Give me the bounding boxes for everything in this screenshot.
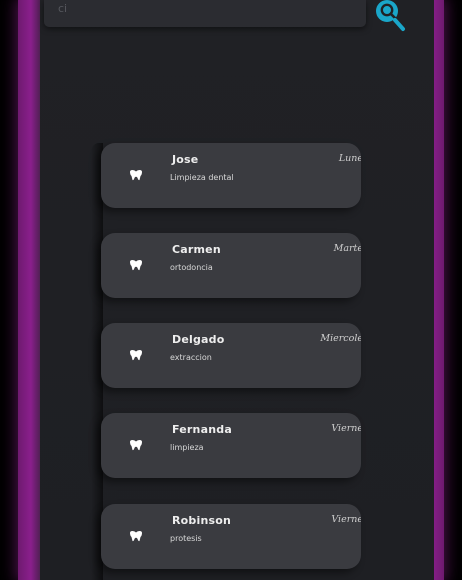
treatment-label: ortodoncia: [170, 263, 213, 272]
treatment-label: limpieza: [170, 443, 204, 452]
tooth-icon: [130, 531, 142, 542]
treatment-label: Limpieza dental: [170, 173, 234, 182]
tooth-icon: [130, 170, 142, 181]
patient-name: Delgado: [172, 333, 225, 346]
patient-name: Jose: [172, 153, 199, 166]
appointment-day: Marte: [333, 243, 361, 254]
appointment-card-4[interactable]: Fernanda limpieza Vierne: [101, 413, 361, 478]
tooth-icon: [130, 350, 142, 361]
appointment-card-1[interactable]: Jose Limpieza dental Lune: [101, 143, 361, 208]
treatment-label: extraccion: [170, 353, 212, 362]
patient-name: Carmen: [172, 243, 221, 256]
search-input-text: ci: [58, 2, 68, 15]
search-button[interactable]: [372, 0, 408, 32]
search-icon: [376, 0, 405, 31]
appointment-card-5[interactable]: Robinson protesis Vierne: [101, 504, 361, 569]
tooth-icon: [130, 260, 142, 271]
appointment-day: Vierne: [331, 514, 361, 525]
tooth-icon: [130, 440, 142, 451]
patient-name: Fernanda: [172, 423, 232, 436]
appointment-day: Miercole: [320, 333, 361, 344]
patient-name: Robinson: [172, 514, 232, 527]
treatment-label: protesis: [170, 534, 202, 543]
appointment-day: Vierne: [331, 423, 361, 434]
appointment-card-3[interactable]: Delgado extraccion Miercole: [101, 323, 361, 388]
appointment-day: Lune: [338, 153, 361, 164]
appointment-card-2[interactable]: Carmen ortodoncia Marte: [101, 233, 361, 298]
search-input[interactable]: ci: [44, 0, 366, 27]
